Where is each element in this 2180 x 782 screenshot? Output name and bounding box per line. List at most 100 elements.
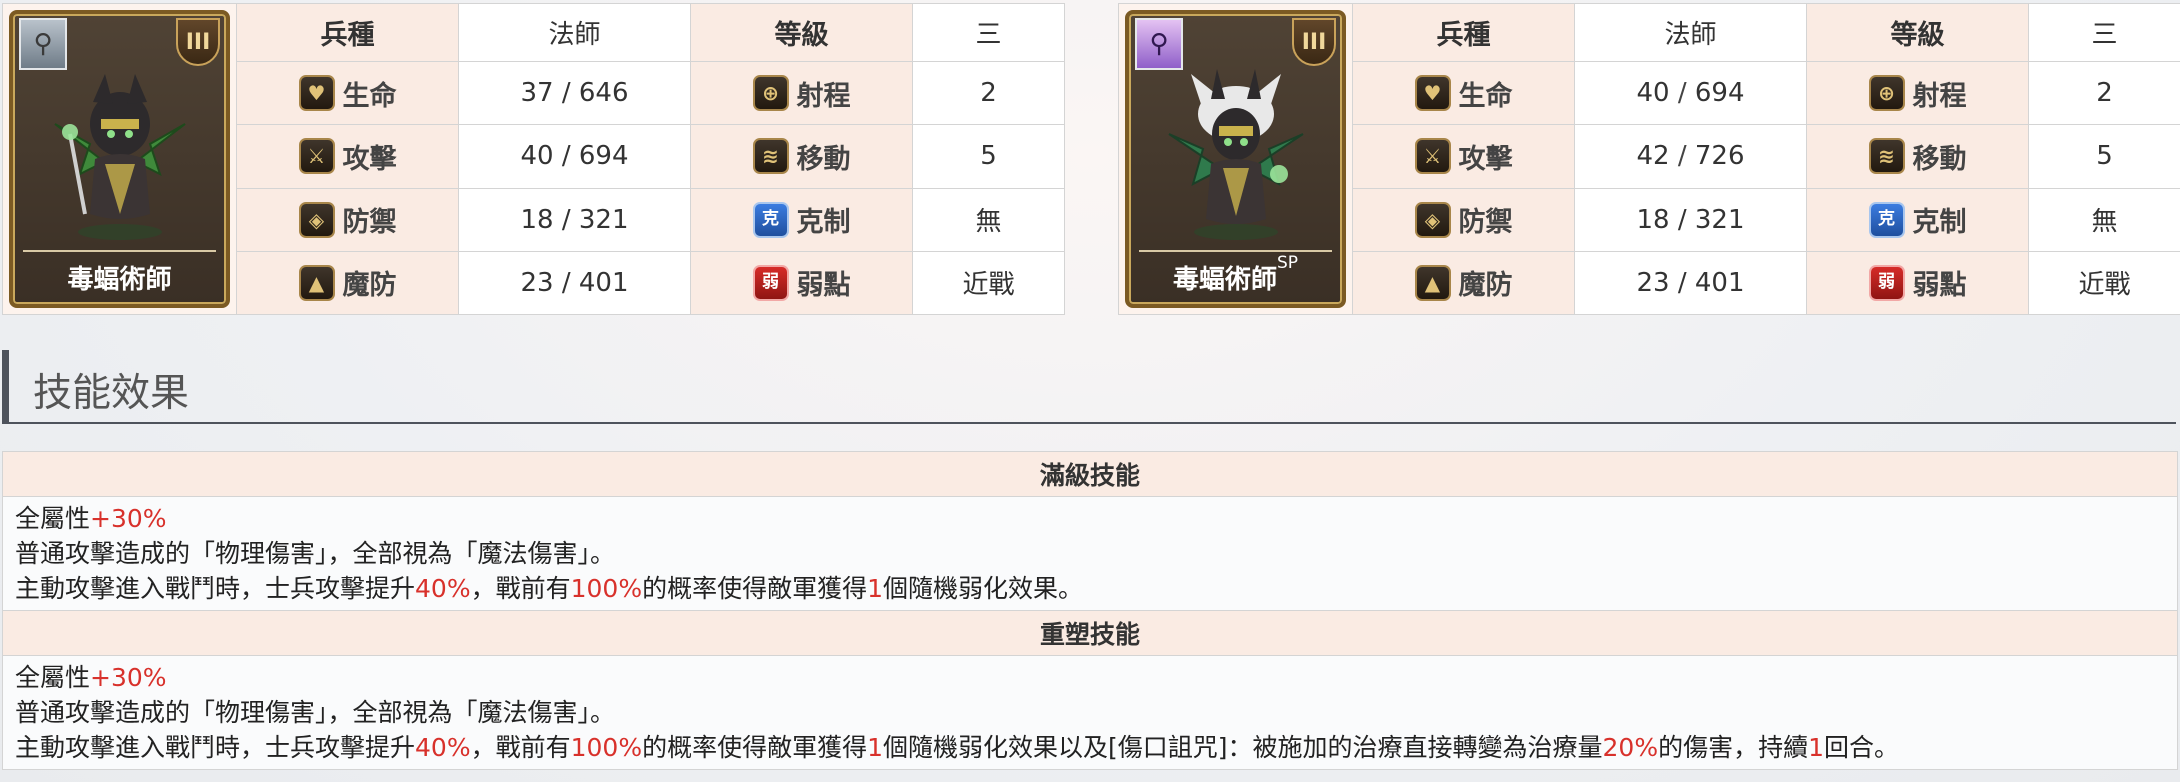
shield-icon: ◈: [298, 201, 335, 238]
weakness-value: 近戰: [912, 250, 1065, 316]
counter-icon: 克: [752, 201, 789, 238]
counter-value: 無: [912, 187, 1065, 252]
hp-label-cell: ♥ 生命: [1352, 61, 1575, 126]
hero-name: 毒蝠術師SP: [1172, 253, 1299, 295]
hp-label-cell: ♥ 生命: [236, 61, 459, 126]
skill-highlight-value: 100%: [570, 574, 643, 603]
type-value: 法師: [458, 2, 691, 63]
counter-label-cell: 克克制: [690, 187, 913, 252]
move-label: 移動: [796, 143, 851, 175]
skill-table: 滿級技能 全屬性+30% 普通攻擊造成的「物理傷害」，全部視為「魔法傷害」。 主動攻…: [2, 451, 2178, 770]
level-value: 三: [2028, 2, 2180, 63]
hero-stat-table-2: ⚲ III 毒蝠術師SP 兵種 法師 等級 三 ♥ 生命 40 / 694 ⊕ …: [1118, 2, 2180, 316]
remodel-skill-body: 全屬性+30% 普通攻擊造成的「物理傷害」，全部視為「魔法傷害」。 主動攻擊進入戰鬥…: [2, 655, 2178, 770]
weakness-value: 近戰: [2028, 250, 2180, 316]
range-label: 射程: [796, 80, 851, 112]
range-value: 2: [912, 61, 1065, 126]
skill-text: 個隨機弱化效果以及[傷口詛咒]：被施加的治療直接轉變為治療量: [883, 733, 1603, 762]
weakness-label: 弱點: [1912, 270, 1967, 302]
name-divider: [1139, 250, 1332, 252]
skill-text: 的傷害，持續: [1658, 733, 1809, 762]
hero-figure-image: [1167, 69, 1304, 240]
crosshair-icon: ⊕: [1868, 75, 1905, 112]
skill-line: 全屬性+30%: [15, 501, 2165, 536]
weakness-label-cell: 弱弱點: [690, 250, 913, 316]
level-value: 三: [912, 2, 1065, 63]
skill-text: 主動攻擊進入戰鬥時，士兵攻擊提升: [15, 733, 416, 762]
skill-highlight-value: 1: [867, 733, 884, 762]
wing-icon: ≋: [1868, 138, 1905, 175]
counter-label: 克制: [796, 207, 851, 239]
move-label-cell: ≋ 移動: [1806, 124, 2029, 189]
weakness-label-cell: 弱弱點: [1806, 250, 2029, 316]
hero-card[interactable]: ⚲ III 毒蝠術師: [9, 10, 230, 308]
defense-label: 防禦: [342, 207, 397, 239]
attack-label: 攻擊: [1458, 143, 1513, 175]
attack-label-cell: ⚔ 攻擊: [236, 124, 459, 189]
hero-name: 毒蝠術師: [67, 265, 172, 295]
attack-current: 42: [1636, 141, 1670, 172]
skill-line: 主動攻擊進入戰鬥時，士兵攻擊提升40%，戰前有100%的概率使得敵軍獲得1個隨機…: [15, 571, 2165, 606]
skill-text: 全屬性: [15, 504, 91, 533]
counter-label: 克制: [1912, 207, 1967, 239]
wing-icon: ≋: [752, 138, 789, 175]
level-label: 等級: [690, 2, 913, 63]
skill-highlight-value: 1: [1808, 733, 1825, 762]
hp-value: 40 / 694: [1574, 61, 1807, 126]
attack-label: 攻擊: [342, 143, 397, 175]
skill-highlight-value: 100%: [570, 733, 643, 762]
magic-defense-icon: ▲: [1414, 264, 1451, 301]
counter-value: 無: [2028, 187, 2180, 252]
skill-text: 全屬性: [15, 663, 91, 692]
skill-highlight-value: 20%: [1602, 733, 1659, 762]
hero-stat-table-1: ⚲ III 毒蝠術師 兵種 法師 等級 三 ♥ 生命 37 / 646 ⊕ 射程…: [2, 2, 1065, 316]
section-heading: 技能效果: [2, 350, 2176, 424]
skill-text: ，戰前有: [470, 733, 571, 762]
skill-line: 全屬性+30%: [15, 660, 2165, 695]
range-label: 射程: [1912, 80, 1967, 112]
defense-label-cell: ◈ 防禦: [236, 187, 459, 252]
skill-text: 主動攻擊進入戰鬥時，士兵攻擊提升: [15, 574, 416, 603]
skill-highlight-value: 40%: [415, 574, 471, 603]
heart-icon: ♥: [298, 75, 335, 112]
mdef-label: 魔防: [1458, 270, 1513, 302]
defense-value: 18 / 321: [1574, 187, 1807, 252]
hero-card[interactable]: ⚲ III 毒蝠術師SP: [1125, 10, 1346, 308]
skill-text: 回合。: [1824, 733, 1900, 762]
skill-line: 主動攻擊進入戰鬥時，士兵攻擊提升40%，戰前有100%的概率使得敵軍獲得1個隨機…: [15, 730, 2165, 765]
skill-text: 普通攻擊造成的「物理傷害」，全部視為「魔法傷害」。: [15, 698, 616, 727]
magnifier-sp-icon: ⚲: [1135, 18, 1183, 70]
range-label-cell: ⊕ 射程: [690, 61, 913, 126]
rank-badge: III: [1292, 18, 1336, 66]
magic-defense-icon: ▲: [298, 264, 335, 301]
skill-highlight-value: +30%: [90, 504, 167, 533]
remodel-skill-title: 重塑技能: [2, 610, 2178, 656]
mdef-value: 23 / 401: [1574, 250, 1807, 316]
counter-label-cell: 克克制: [1806, 187, 2029, 252]
skill-text: 個隨機弱化效果。: [883, 574, 1084, 603]
type-value: 法師: [1574, 2, 1807, 63]
hero-portrait-cell: ⚲ III 毒蝠術師SP: [1118, 3, 1353, 315]
weakness-icon: 弱: [752, 264, 789, 301]
crosshair-icon: ⊕: [752, 75, 789, 112]
heart-icon: ♥: [1414, 75, 1451, 112]
move-label: 移動: [1912, 143, 1967, 175]
hp-label: 生命: [342, 80, 397, 112]
hp-value: 37 / 646: [458, 61, 691, 126]
max-level-skill-title: 滿級技能: [2, 451, 2178, 497]
weakness-label: 弱點: [796, 270, 851, 302]
magnifier-icon: ⚲: [19, 18, 67, 70]
name-divider: [23, 250, 216, 252]
sp-superscript: SP: [1276, 253, 1299, 273]
range-label-cell: ⊕ 射程: [1806, 61, 2029, 126]
mdef-label-cell: ▲ 魔防: [1352, 250, 1575, 316]
skill-highlight-value: 1: [867, 574, 884, 603]
attack-value: 40 / 694: [458, 124, 691, 189]
mdef-label: 魔防: [342, 270, 397, 302]
skill-line: 普通攻擊造成的「物理傷害」，全部視為「魔法傷害」。: [15, 536, 2165, 571]
skill-highlight-value: +30%: [90, 663, 167, 692]
skill-text: 普通攻擊造成的「物理傷害」，全部視為「魔法傷害」。: [15, 539, 616, 568]
type-label: 兵種: [236, 2, 459, 63]
hp-current: 40: [1636, 78, 1670, 109]
attack-value: 42 / 726: [1574, 124, 1807, 189]
